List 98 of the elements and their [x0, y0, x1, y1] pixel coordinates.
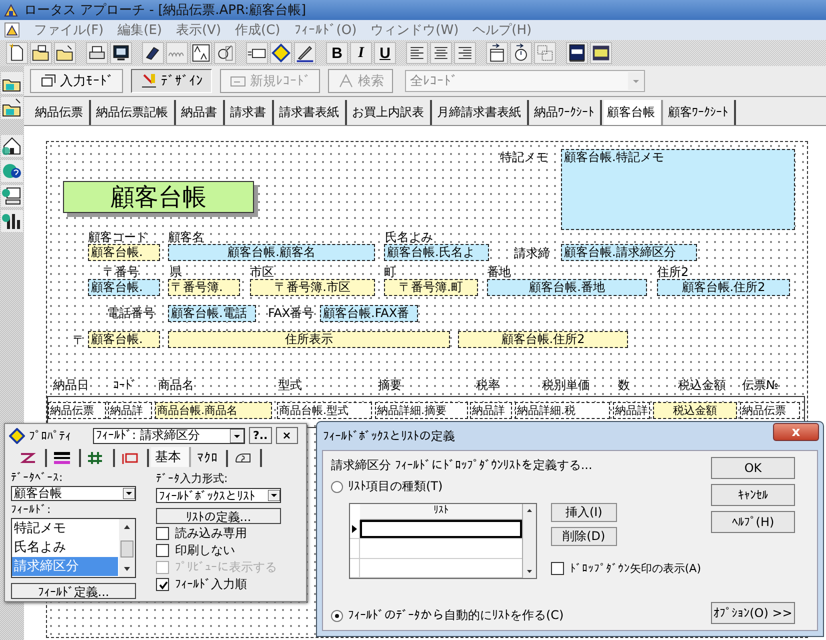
field-label: FAX番号	[268, 306, 314, 321]
table-field[interactable]: 納品詳	[108, 402, 152, 419]
help-button[interactable]: ?..	[249, 427, 272, 444]
table-field[interactable]: 納品詳細.税	[515, 402, 610, 419]
field-list-item[interactable]: 特記メモ	[12, 519, 118, 538]
field-label: 顧客名	[168, 230, 204, 245]
form-field[interactable]: 顧客台帳.FAX番	[320, 305, 418, 322]
checkbox-label: 読み込み専用	[175, 525, 247, 542]
form-field[interactable]: 〒番号簿.町	[384, 279, 478, 296]
form-field[interactable]: 顧客台帳.氏名よ	[384, 244, 489, 261]
menu-item[interactable]: 作成(C)	[235, 21, 280, 39]
form-field[interactable]: 顧客台帳.請求締区分	[561, 244, 697, 261]
form-field[interactable]: 顧客台帳.特記メモ	[561, 149, 795, 230]
field-label: 市区	[250, 265, 274, 280]
close-button[interactable]: x	[773, 423, 819, 441]
column-header: 税率	[476, 378, 500, 393]
underline-button[interactable]: U	[374, 42, 396, 64]
insert-button[interactable]: 挿入(I)	[550, 503, 617, 522]
radio-label: ﾌｨｰﾙﾄﾞのﾃﾞｰﾀから自動的にﾘｽﾄを作る(C)	[348, 607, 564, 624]
grid-header: ﾘｽﾄ	[360, 504, 522, 520]
list-definition-button[interactable]: ﾘｽﾄの定義...	[156, 508, 281, 524]
table-field[interactable]: 納品伝票	[740, 402, 800, 419]
field-label: 氏名よみ	[385, 230, 433, 245]
bold-button[interactable]: B	[326, 42, 348, 64]
field-label: 電話番号	[107, 306, 155, 321]
form-field[interactable]: 住所表示	[168, 331, 450, 348]
field-definition-button[interactable]: ﾌｨｰﾙﾄﾞ定義...	[11, 583, 136, 599]
view-tab[interactable]: 顧客台帳	[604, 100, 663, 125]
window-title: ロータス アプローチ - [納品伝票.APR:顧客台帳]	[24, 2, 306, 19]
dialog-prompt: 請求締区分 ﾌｨｰﾙﾄﾞにﾄﾞﾛｯﾌﾟﾀﾞｳﾝﾘｽﾄを定義する...	[331, 457, 594, 474]
mode-button[interactable]: 入力ﾓｰﾄﾞ	[30, 69, 123, 93]
column-header: 摘要	[378, 378, 402, 393]
field-label: 町	[384, 265, 396, 280]
checkbox-label: ﾌｨｰﾙﾄﾞ入力順	[175, 576, 247, 593]
form-field[interactable]: 〒番号簿.市区	[250, 279, 375, 296]
form-field[interactable]: 顧客台帳.	[88, 331, 160, 348]
form-field[interactable]: 顧客台帳.住所2	[458, 331, 628, 348]
form-field[interactable]: 〒番号簿.	[168, 279, 240, 296]
form-field[interactable]: 顧客台帳.住所2	[657, 279, 790, 296]
table-field[interactable]: 納品伝票	[48, 402, 106, 419]
menu-item[interactable]: ファイル(F)	[34, 21, 104, 39]
table-field[interactable]: 税込金額	[653, 402, 737, 419]
delete-button[interactable]: 削除(D)	[550, 527, 617, 546]
column-header: 伝票№	[742, 378, 778, 393]
table-field[interactable]: 納品詳	[470, 402, 512, 419]
palette-title: ﾌﾟﾛﾊﾟﾃｨ	[29, 428, 72, 442]
checkbox-label: 印刷しない	[175, 542, 235, 559]
form-field[interactable]: 顧客台帳.電話	[168, 305, 256, 322]
dialog-title: ﾌｨｰﾙﾄﾞﾎﾞｯｸｽとﾘｽﾄの定義	[323, 428, 455, 444]
italic-button[interactable]: I	[350, 42, 372, 64]
field-label: 番地	[487, 265, 511, 280]
field-label: 請求締	[514, 246, 550, 261]
dialog-button[interactable]: ｷｬﾝｾﾙ	[711, 484, 795, 506]
database-dropdown[interactable]: 顧客台帳	[11, 486, 136, 501]
database-label: ﾃﾞｰﾀﾍﾞｰｽ:	[11, 471, 64, 484]
menu-item[interactable]: 編集(E)	[118, 21, 162, 39]
form-field[interactable]: 顧客台帳.	[88, 244, 160, 261]
column-header: 型式	[278, 378, 302, 393]
column-header: 納品日	[53, 378, 89, 393]
field-list-label: ﾌｨｰﾙﾄﾞ:	[11, 503, 52, 516]
column-header: 数	[618, 378, 630, 393]
table-field[interactable]: 納品詳細.摘要	[375, 402, 468, 419]
dialog-button[interactable]: OK	[711, 457, 795, 479]
menu-item[interactable]: 表示(V)	[176, 21, 222, 39]
object-selector[interactable]: ﾌｨｰﾙﾄﾞ: 請求締区分	[93, 428, 245, 444]
radio-label: ﾘｽﾄ項目の種類(T)	[348, 478, 443, 495]
column-header: 商品名	[158, 378, 194, 393]
form-field[interactable]: 顧客台帳.番地	[487, 279, 647, 296]
field-label: 県	[170, 265, 182, 280]
close-button[interactable]: ×	[276, 427, 298, 444]
palette-tab[interactable]: 基本	[151, 447, 191, 467]
input-format-label: ﾃﾞｰﾀ入力形式:	[156, 471, 229, 486]
palette-tab[interactable]: ﾏｸﾛ	[193, 450, 228, 467]
field-label: 顧客コード	[88, 230, 148, 245]
field-label: 住所2	[657, 265, 689, 280]
table-field[interactable]: 納品詳	[613, 402, 650, 419]
field-label: 特記メモ	[500, 150, 548, 165]
checkbox-label: ﾌﾟﾘﾋﾞｭｰに表示する	[175, 559, 277, 576]
field-label: 〒番号	[103, 265, 139, 280]
field-listbox[interactable]: 特記メモ 氏名よみ 請求締区分	[11, 518, 136, 578]
column-header: ｺｰﾄﾞ	[113, 378, 137, 393]
form-field[interactable]: 顧客台帳.	[88, 279, 160, 296]
table-field[interactable]: 商品台帳.型式	[277, 402, 372, 419]
column-header: 税別単価	[542, 378, 590, 393]
list-grid[interactable]: ﾘｽﾄ	[349, 503, 537, 579]
menu-item[interactable]: ﾌｨｰﾙﾄﾞ(O)	[294, 22, 357, 38]
column-header: 税込金額	[678, 378, 726, 393]
form-field[interactable]: 顧客台帳.顧客名	[168, 244, 375, 261]
options-button[interactable]: ｵﾌﾟｼｮﾝ(O) >>	[711, 602, 795, 624]
table-field[interactable]: 商品台帳.商品名	[155, 402, 272, 419]
dialog-button[interactable]: ﾍﾙﾌﾟ(H)	[711, 511, 795, 533]
mode-button[interactable]: ﾃﾞｻﾞｲﾝ	[131, 69, 212, 93]
menu-item[interactable]: ウィンドウ(W)	[370, 21, 459, 39]
field-list-item[interactable]: 氏名よみ	[12, 538, 118, 557]
checkbox-label: ﾄﾞﾛｯﾌﾟﾀﾞｳﾝ矢印の表示(A)	[570, 561, 701, 576]
field-label: 〒	[73, 333, 85, 348]
input-format-dropdown[interactable]: ﾌｨｰﾙﾄﾞﾎﾞｯｸｽとﾘｽﾄ	[156, 488, 281, 503]
menu-item[interactable]: ヘルプ(H)	[472, 21, 532, 39]
